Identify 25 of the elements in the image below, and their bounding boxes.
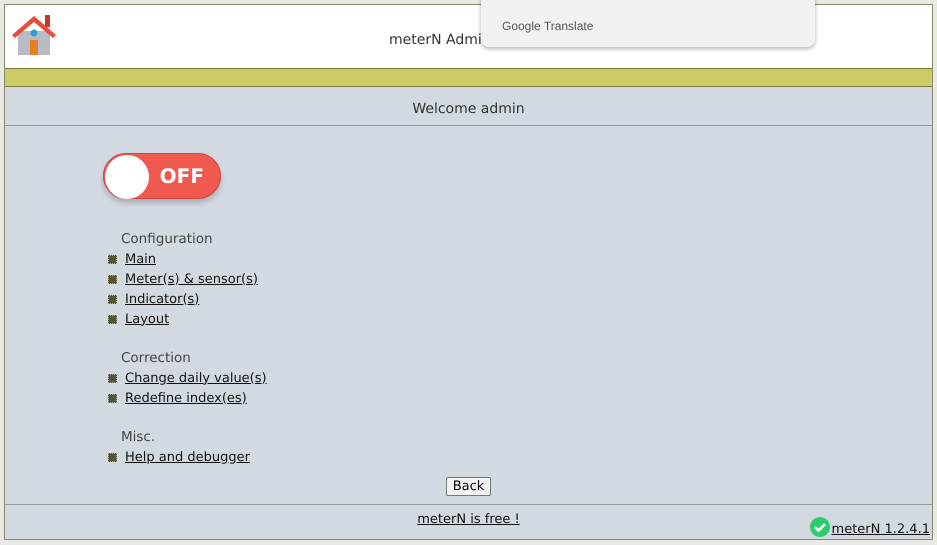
- menu-link[interactable]: Indicator(s): [125, 292, 200, 306]
- check-icon: [810, 517, 830, 537]
- welcome-text: Welcome admin: [5, 87, 932, 126]
- translate-label: Google Translate: [502, 19, 594, 33]
- menu-link[interactable]: Help and debugger: [125, 450, 250, 464]
- menu-link[interactable]: Meter(s) & sensor(s): [125, 272, 258, 286]
- back-button[interactable]: Back: [446, 477, 492, 496]
- menu-link[interactable]: Redefine index(es): [125, 390, 247, 406]
- bullet-icon: [108, 294, 117, 304]
- house-icon[interactable]: [11, 13, 57, 55]
- menu-link[interactable]: Layout: [125, 312, 170, 326]
- bullet-icon: [108, 274, 117, 284]
- menu-link[interactable]: Main: [125, 252, 156, 266]
- section-heading: Misc.: [121, 428, 156, 447]
- section-heading: Configuration: [121, 230, 214, 249]
- bullet-icon: [108, 452, 117, 462]
- bullet-icon: [108, 374, 117, 382]
- version-link[interactable]: meterN 1.2.4.1: [832, 522, 930, 537]
- menu-link[interactable]: Change daily value(s): [125, 370, 267, 386]
- free-link[interactable]: meterN is free !: [417, 512, 520, 526]
- bullet-icon: [108, 314, 117, 324]
- bullet-icon: [108, 254, 117, 264]
- page-title: meterN Admi: [389, 32, 482, 48]
- section-heading: Correction: [121, 349, 192, 368]
- bullet-icon: [108, 394, 117, 402]
